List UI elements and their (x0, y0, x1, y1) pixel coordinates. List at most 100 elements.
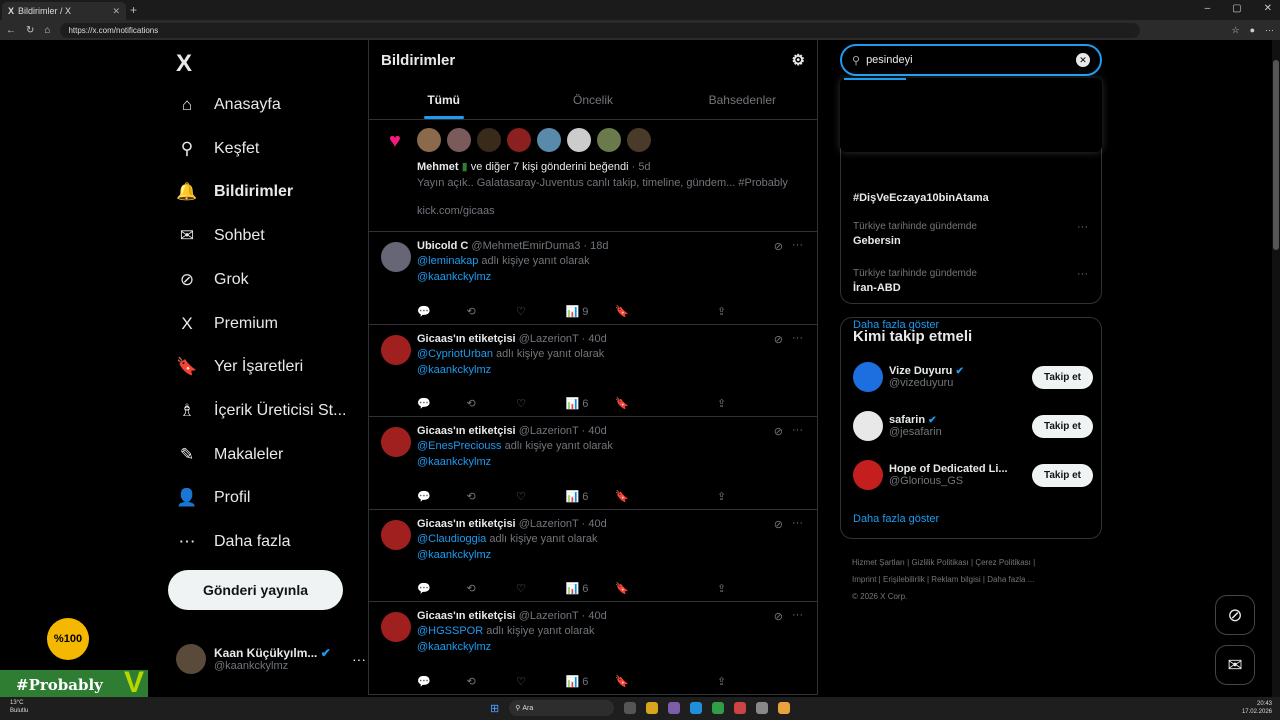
trend-item[interactable]: Türkiye tarihinde gündemde İran-ABD ··· (853, 268, 1091, 294)
app-icon[interactable] (668, 702, 681, 714)
profile-icon-browser[interactable]: ● (1250, 25, 1255, 36)
more-icon[interactable]: ··· (792, 517, 803, 529)
tab-close-icon[interactable]: ✕ (112, 6, 120, 17)
sidebar-item-profile[interactable]: 👤 Profil (176, 480, 250, 516)
like-icon[interactable]: ♡ (516, 397, 566, 410)
post-button[interactable]: Gönderi yayınla (168, 570, 343, 610)
liker-name[interactable]: Mehmet (417, 161, 459, 173)
app-icon[interactable] (712, 702, 725, 714)
follow-show-more[interactable]: Daha fazla göster (853, 513, 939, 525)
avatar[interactable] (507, 128, 531, 152)
repost-icon[interactable]: ⟲ (467, 582, 517, 595)
views-count[interactable]: 📊 6 (566, 397, 616, 410)
mention-link[interactable]: @kaankckylmz (417, 364, 805, 376)
app-icon[interactable] (646, 702, 659, 714)
tab-all[interactable]: Tümü (369, 80, 518, 119)
views-count[interactable]: 📊 9 (566, 305, 616, 318)
grok-icon[interactable]: ⊘ (774, 333, 783, 346)
close-window-button[interactable]: ✕ (1264, 3, 1272, 14)
address-bar[interactable]: https://x.com/notifications (60, 22, 1141, 38)
reload-icon[interactable]: ↻ (26, 25, 34, 36)
share-icon[interactable]: ⇪ (717, 490, 805, 503)
minimize-button[interactable]: – (1205, 3, 1211, 14)
browser-tab[interactable]: X Bildirimler / X ✕ (2, 2, 126, 20)
avatar[interactable] (417, 128, 441, 152)
weather-widget[interactable]: 13°C Bulutlu (10, 699, 28, 715)
avatar[interactable] (537, 128, 561, 152)
more-icon[interactable]: ··· (792, 332, 803, 344)
avatar[interactable] (447, 128, 471, 152)
reply-notification[interactable]: Ubicold C @MehmetEmirDuma3 · 18d ⊘ ··· @le… (369, 232, 817, 325)
grok-icon[interactable]: ⊘ (774, 610, 783, 623)
reply-target[interactable]: @HGSSPOR (417, 625, 483, 637)
more-icon[interactable]: ··· (792, 239, 803, 251)
reply-icon[interactable]: 💬 (417, 305, 467, 318)
sidebar-item-bookmarks[interactable]: 🔖 Yer İşaretleri (176, 349, 303, 385)
author-name[interactable]: Gicaas'ın etiketçisi (417, 333, 516, 345)
avatar[interactable] (567, 128, 591, 152)
gear-icon[interactable]: ⚙ (792, 51, 805, 69)
reply-notification[interactable]: Gicaas'ın etiketçisi @LazerionT · 40d ⊘ ··… (369, 417, 817, 510)
avatar[interactable] (853, 460, 883, 490)
windows-start-icon[interactable]: ⊞ (490, 702, 499, 715)
like-icon[interactable]: ♡ (516, 305, 566, 318)
sidebar-item-creator-studio[interactable]: ♗ İçerik Üreticisi St... (176, 393, 346, 429)
sidebar-item-premium[interactable]: X Premium (176, 306, 278, 342)
author-name[interactable]: Gicaas'ın etiketçisi (417, 610, 516, 622)
repost-icon[interactable]: ⟲ (467, 397, 517, 410)
avatar[interactable] (853, 362, 883, 392)
reply-target[interactable]: @CypriotUrban (417, 348, 493, 360)
avatar[interactable] (597, 128, 621, 152)
footer-link[interactable]: Imprint (852, 575, 876, 584)
repost-icon[interactable]: ⟲ (467, 490, 517, 503)
post-link[interactable]: kick.com/gicaas (417, 205, 805, 217)
bookmark-icon[interactable]: 🔖 (615, 305, 703, 318)
x-logo-icon[interactable]: X (176, 50, 192, 78)
bookmark-icon[interactable]: 🔖 (615, 397, 703, 410)
messages-fab-icon[interactable]: ✉ (1215, 645, 1255, 685)
footer-link[interactable]: Çerez Politikası (975, 558, 1031, 567)
footer-link[interactable]: Hizmet Şartları (852, 558, 905, 567)
sidebar-item-chat[interactable]: ✉ Sohbet (176, 218, 265, 254)
sidebar-item-explore[interactable]: ⚲ Keşfet (176, 131, 260, 167)
like-icon[interactable]: ♡ (516, 582, 566, 595)
tab-mentions[interactable]: Bahsedenler (668, 80, 817, 119)
more-icon[interactable]: ··· (792, 609, 803, 621)
sidebar-item-more[interactable]: ⋯ Daha fazla (176, 524, 291, 560)
edge-icon[interactable] (690, 702, 703, 714)
avatar[interactable] (381, 612, 411, 642)
reply-icon[interactable]: 💬 (417, 582, 467, 595)
home-browser-icon[interactable]: ⌂ (44, 25, 50, 36)
bookmark-icon[interactable]: 🔖 (615, 675, 703, 688)
chrome-icon[interactable] (778, 702, 791, 714)
account-switcher[interactable]: Kaan Küçükyılm... ✔ @kaankckylmz ··· (176, 644, 366, 674)
reply-target[interactable]: @Claudioggia (417, 533, 486, 545)
trend-item[interactable]: Türkiye tarihinde gündemde Gebersin ··· (853, 221, 1091, 247)
footer-link[interactable]: Reklam bilgisi (931, 575, 980, 584)
reply-icon[interactable]: 💬 (417, 675, 467, 688)
author-name[interactable]: Ubicold C (417, 240, 468, 252)
avatar[interactable] (381, 334, 411, 365)
more-icon[interactable]: ··· (1077, 221, 1088, 233)
mention-link[interactable]: @kaankckylmz (417, 549, 805, 561)
author-name[interactable]: Gicaas'ın etiketçisi (417, 425, 516, 437)
app-icon[interactable] (734, 702, 747, 714)
like-icon[interactable]: ♡ (516, 490, 566, 503)
tab-priority[interactable]: Öncelik (518, 80, 667, 119)
grok-icon[interactable]: ⊘ (774, 240, 783, 253)
avatar[interactable] (381, 242, 411, 272)
like-notification[interactable]: ♥ Mehmet ▮ ve diğer 7 kişi gönderini beğ… (369, 120, 817, 232)
reply-notification[interactable]: Gicaas'ın etiketçisi @LazerionT · 40d ⊘ ··… (369, 325, 817, 417)
mention-link[interactable]: @kaankckylmz (417, 271, 805, 283)
avatar[interactable] (627, 128, 651, 152)
mention-link[interactable]: @kaankckylmz (417, 456, 805, 468)
avatar[interactable] (853, 411, 883, 441)
app-icon[interactable] (756, 702, 769, 714)
footer-link[interactable]: Gizlilik Politikası (911, 558, 968, 567)
taskbar-search[interactable]: ⚲ Ara (509, 700, 615, 716)
menu-icon[interactable]: ⋯ (1265, 25, 1274, 36)
new-tab-button[interactable]: + (130, 3, 137, 17)
reply-icon[interactable]: 💬 (417, 397, 467, 410)
maximize-button[interactable]: ▢ (1232, 3, 1241, 14)
reply-target[interactable]: @EnesPreciouss (417, 440, 502, 452)
